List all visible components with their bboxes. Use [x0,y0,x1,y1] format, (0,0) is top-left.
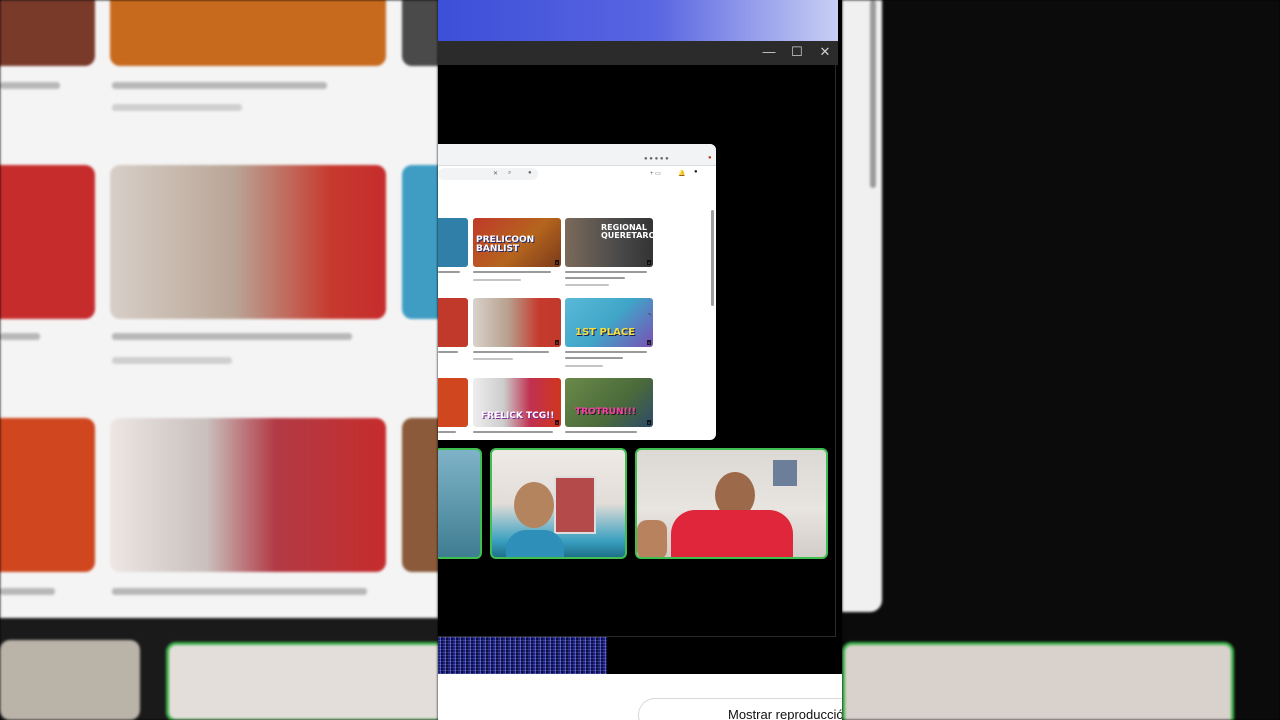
video-thumbnail[interactable] [438,298,468,347]
duration-badge: :: [554,420,559,425]
browser-window: ● ● ● ● ● ● ✕ ⌕ ● + ▭ 🔔 ● PRELICOON BANL… [438,144,716,440]
duration-badge: :: [646,340,651,345]
mic-icon[interactable]: ● [528,170,532,176]
webcam-tile [490,448,627,559]
search-icon[interactable]: ⌕ [508,170,511,177]
thumbnail-title: PRELICOON BANLIST [476,235,535,254]
video-thumbnail[interactable] [438,378,468,427]
minimize-icon[interactable]: — [761,45,777,59]
duration-badge: :: [554,260,559,265]
static-overlay [438,637,607,674]
mouse-cursor: ↖ [648,312,653,318]
thumbnail-title: 1ST PLACE [575,327,636,338]
duration-badge: :: [646,420,651,425]
video-thumbnail[interactable]: :: [473,298,561,347]
create-button[interactable]: + ▭ [650,170,661,177]
maximize-icon[interactable]: ☐ [789,45,805,59]
clear-search-icon[interactable]: ✕ [493,170,498,177]
avatar[interactable]: ● [694,169,698,175]
video-thumbnail[interactable] [438,218,468,267]
duration-badge: :: [646,260,651,265]
video-thumbnail[interactable]: 1ST PLACE :: [565,298,653,347]
search-box[interactable] [438,168,538,180]
screen: — ☐ ✕ ● ● ● ● ● ● ✕ ⌕ ● + ▭ 🔔 ● PRELICOO… [0,0,1280,720]
extension-icons: ● ● ● ● ● [644,156,669,162]
background-left [0,0,438,720]
notifications-icon[interactable]: 🔔 [678,170,685,177]
show-playback-button[interactable]: Mostrar reproducción [638,698,842,720]
webcam-tile [635,448,828,559]
video-thumbnail[interactable]: TROTRUN!!! :: [565,378,653,427]
browser-scrollbar[interactable] [711,210,714,306]
video-frame: — ☐ ✕ ● ● ● ● ● ● ✕ ⌕ ● + ▭ 🔔 ● PRELICOO… [438,0,842,720]
video-thumbnail[interactable]: REGIONAL QUERETARO :: [565,218,653,267]
window-titlebar [438,41,838,65]
profile-icon[interactable]: ● [708,155,712,161]
thumbnail-title: TROTRUN!!! [575,407,636,417]
show-playback-label: Mostrar reproducción [728,707,842,720]
video-thumbnail[interactable]: FRELICK TCG!! :: [473,378,561,427]
webcam-tile [438,448,482,559]
background-right [842,0,1280,720]
thumbnail-title: FRELICK TCG!! [481,411,555,421]
thumbnail-title: REGIONAL QUERETARO [601,223,653,240]
browser-tabbar [438,144,716,166]
desktop-wallpaper [438,0,838,41]
close-icon[interactable]: ✕ [817,45,833,59]
duration-badge: :: [554,340,559,345]
video-thumbnail[interactable]: PRELICOON BANLIST :: [473,218,561,267]
